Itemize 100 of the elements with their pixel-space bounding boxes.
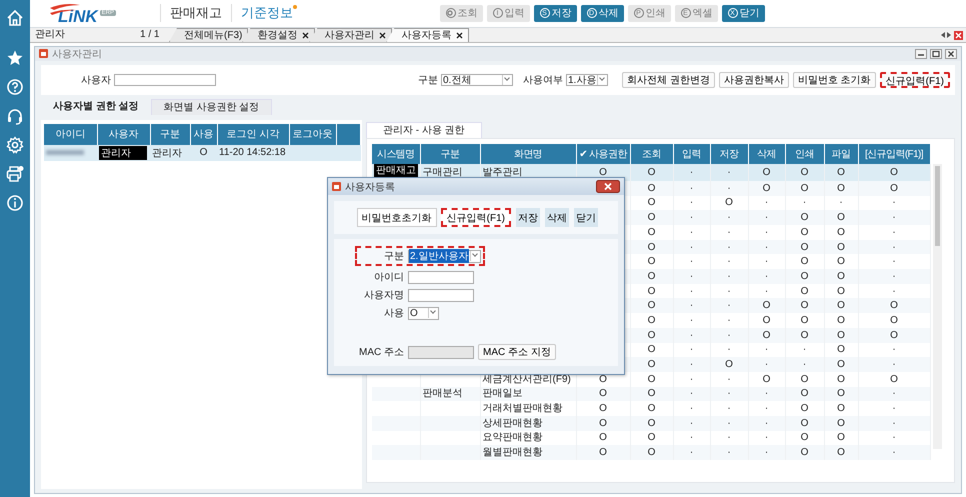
table-cell: 판매분석	[422, 388, 462, 400]
table-cell: O	[800, 270, 808, 282]
dialog-button[interactable]: 닫기	[574, 208, 598, 227]
column-header[interactable]: 로그인 시각	[217, 124, 289, 145]
select-field[interactable]: 0.전체	[441, 74, 513, 86]
table-row[interactable]: 관리자 관리자 O 11-20 14:52:18	[44, 144, 360, 161]
select-field[interactable]: 2.일반사용자	[408, 250, 481, 262]
table-cell: O	[837, 418, 845, 429]
table-row[interactable]: 판매분석 판매일보 O O · · · O O ·	[372, 386, 930, 402]
field-label: 사용자명	[363, 289, 404, 302]
logo-text: LiNK	[58, 8, 98, 26]
table-cell: O	[599, 374, 607, 385]
field-label: 구분	[383, 250, 404, 263]
table-cell: ·	[690, 359, 694, 370]
close-icon[interactable]	[302, 32, 310, 39]
info-icon[interactable]	[6, 194, 24, 212]
table-cell: O	[800, 403, 808, 414]
document-tab[interactable]: 전체메뉴(F3)	[169, 28, 248, 42]
column-header[interactable]: 저장	[710, 144, 748, 164]
table-cell: O	[800, 314, 808, 326]
action-button[interactable]: 비밀번호 초기화	[792, 72, 876, 88]
table-cell: O	[648, 286, 656, 297]
table-cell: ·	[764, 359, 768, 370]
table-cell: ·	[892, 432, 896, 444]
field-label: 아이디	[373, 271, 404, 284]
close-icon[interactable]	[596, 180, 620, 193]
table-cell: ·	[727, 388, 731, 400]
table-cell: O	[800, 432, 808, 444]
panel-tab[interactable]: 화면별 사용권한 설정	[150, 98, 272, 115]
table-cell: O	[837, 270, 845, 282]
table-cell: ·	[727, 418, 731, 429]
printer-gear-icon[interactable]	[6, 165, 24, 183]
table-cell: ·	[764, 418, 768, 429]
close-icon[interactable]	[379, 32, 386, 39]
table-cell: 관리자	[152, 148, 182, 159]
table-cell: O	[762, 314, 770, 326]
window-title: 사용자관리	[52, 48, 102, 61]
table-cell: O	[800, 182, 808, 194]
column-header[interactable]: 사용자	[97, 124, 150, 145]
column-header[interactable]: [신규입력(F1)]	[858, 144, 930, 164]
settings-icon[interactable]	[6, 136, 24, 154]
table-row[interactable]: 월별판매현황 O O · · · O O ·	[372, 445, 930, 460]
table-cell: ·	[764, 344, 768, 356]
action-button[interactable]: 사용권한복사	[718, 72, 789, 88]
panel-tab[interactable]: 사용자별 권한 설정	[41, 98, 151, 115]
dialog-button[interactable]: 비밀번호초기화	[356, 208, 437, 227]
scroll-arrows-icon[interactable]	[940, 31, 952, 40]
table-cell: ·	[690, 270, 694, 282]
table-cell: ·	[690, 344, 694, 356]
table-cell: O	[648, 212, 656, 224]
input-field[interactable]	[408, 288, 474, 302]
dialog-button[interactable]: 삭제	[545, 208, 569, 227]
table-cell: O	[800, 418, 808, 429]
table-cell: O	[800, 166, 808, 178]
column-header[interactable]: 인쇄	[785, 144, 824, 164]
table-cell: O	[800, 300, 808, 312]
table-cell: O	[762, 166, 770, 178]
maximize-icon[interactable]	[930, 48, 942, 59]
column-header[interactable]: ✔ 사용권한	[576, 144, 630, 164]
column-header[interactable]: 구분	[420, 144, 480, 164]
minimize-icon[interactable]	[915, 48, 927, 59]
select-field[interactable]: 1.사용	[566, 74, 608, 86]
help-icon[interactable]	[6, 78, 24, 96]
column-header[interactable]: 구분	[150, 124, 190, 145]
input-field[interactable]	[408, 270, 474, 284]
headset-icon[interactable]	[6, 107, 24, 125]
column-header[interactable]: 화면명	[480, 144, 576, 164]
dialog-button[interactable]: 신규입력(F1)	[440, 208, 511, 227]
table-cell: O	[800, 226, 808, 238]
app-icon	[332, 182, 341, 191]
panel-tab[interactable]: 관리자 - 사용 권한	[366, 122, 482, 138]
close-icon[interactable]	[945, 48, 957, 59]
table-cell: O	[762, 374, 770, 385]
star-icon[interactable]	[6, 49, 24, 67]
table-cell: O	[599, 166, 607, 178]
column-header[interactable]: 시스템명	[372, 144, 420, 164]
menu-item[interactable]: 기준정보	[241, 4, 293, 22]
column-header[interactable]: 파일	[824, 144, 858, 164]
table-row[interactable]: 상세판매현황 O O · · · O O ·	[372, 416, 930, 431]
home-icon[interactable]	[6, 9, 24, 27]
table-cell: ·	[892, 403, 896, 414]
column-header[interactable]: 입력	[673, 144, 710, 164]
table-cell: O	[599, 403, 607, 414]
select-field[interactable]: O	[408, 306, 439, 320]
column-header[interactable]: 아이디	[44, 124, 97, 145]
menu-item[interactable]: 판매재고	[170, 4, 222, 22]
field-label: 사용	[383, 307, 404, 320]
column-header[interactable]: 사용	[190, 124, 217, 145]
action-button[interactable]: 회사전체 권한변경	[622, 72, 715, 88]
search-field[interactable]	[114, 74, 216, 86]
dialog-button[interactable]: 저장	[516, 208, 540, 227]
table-cell: ·	[764, 256, 768, 268]
column-header[interactable]: 조회	[630, 144, 673, 164]
column-header[interactable]: 로그아웃	[289, 124, 336, 145]
table-cell: ·	[764, 212, 768, 224]
table-cell: ·	[727, 300, 731, 312]
scrollbar[interactable]	[933, 164, 942, 449]
close-icon[interactable]	[456, 32, 464, 39]
action-button[interactable]: 신규입력(F1)	[880, 72, 950, 88]
column-header[interactable]: 삭제	[748, 144, 785, 164]
